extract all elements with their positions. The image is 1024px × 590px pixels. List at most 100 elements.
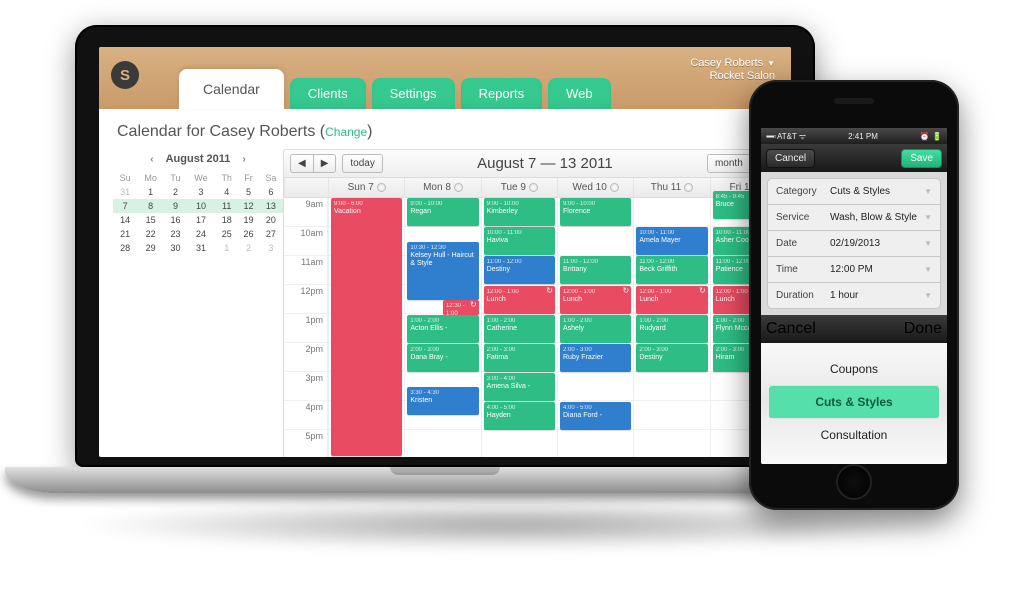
logo-icon[interactable]: S [111, 61, 139, 89]
picker-option[interactable]: Cuts & Styles [769, 386, 939, 419]
user-menu[interactable]: Casey Roberts▼ Rocket Salon [690, 57, 775, 83]
calendar-event[interactable]: 10:00 - 11:00Amela Mayer [636, 227, 707, 255]
day-column[interactable]: 9:00 - 10:00Kimberley10:00 - 11:00Haviva… [481, 198, 557, 457]
calendar-event[interactable]: 1:00 - 2:00Acton Ellis - [407, 315, 478, 343]
today-button[interactable]: today [342, 154, 382, 173]
event-time: 4:00 - 5:00 [563, 404, 628, 412]
event-title: Patience [716, 266, 743, 273]
mini-day[interactable]: 9 [164, 199, 187, 213]
mini-day[interactable]: 2 [164, 185, 187, 199]
calendar-event[interactable]: 11:00 - 12:00Beck Griffith [636, 256, 707, 284]
calendar-event[interactable]: 11:00 - 12:00Brittany [560, 256, 631, 284]
form-row[interactable]: Date02/19/2013▼ [767, 231, 941, 257]
calendar-event[interactable]: 4:00 - 5:00Diana Ford - [560, 402, 631, 430]
month-view-button[interactable]: month [707, 154, 751, 173]
phone-save-button[interactable]: Save [901, 149, 942, 168]
mini-day[interactable]: 7 [113, 199, 137, 213]
mini-day[interactable]: 16 [164, 213, 187, 227]
mini-day[interactable]: 15 [137, 213, 164, 227]
category-picker[interactable]: CouponsCuts & StylesConsultation [761, 343, 947, 464]
mini-day[interactable]: 8 [137, 199, 164, 213]
mini-day[interactable]: 3 [259, 241, 283, 255]
mini-day[interactable]: 17 [187, 213, 215, 227]
tab-web[interactable]: Web [548, 78, 611, 109]
mini-day[interactable]: 24 [187, 227, 215, 241]
event-time: 9:00 - 10:00 [487, 200, 552, 208]
calendar-event[interactable]: 11:00 - 12:00Destiny [484, 256, 555, 284]
mini-day[interactable]: 13 [259, 199, 283, 213]
mini-day[interactable]: 1 [215, 241, 238, 255]
calendar-event[interactable]: 2:00 - 3:00Destiny [636, 344, 707, 372]
day-column[interactable]: 9:00 - 6:00Vacation [328, 198, 404, 457]
mini-day[interactable]: 2 [238, 241, 258, 255]
event-title: Kelsey Hull - Haircut & Style [410, 252, 473, 267]
next-week-button[interactable]: ▶ [313, 154, 337, 173]
day-column[interactable]: 9:00 - 10:00Florence 11:00 - 12:00Brittan… [557, 198, 633, 457]
change-link[interactable]: Change [325, 125, 367, 139]
calendar-event[interactable]: 9:00 - 6:00Vacation [331, 198, 402, 456]
calendar-event[interactable]: 3:00 - 4:00Amena Silva - [484, 373, 555, 401]
calendar-event[interactable]: 1:00 - 2:00Ashely [560, 315, 631, 343]
tab-settings[interactable]: Settings [372, 78, 455, 109]
mini-next-button[interactable]: › [242, 154, 245, 165]
picker-done-button[interactable]: Done [904, 320, 942, 338]
mini-day[interactable]: 18 [215, 213, 238, 227]
mini-day[interactable]: 31 [113, 185, 137, 199]
form-row[interactable]: CategoryCuts & Styles▼ [767, 178, 941, 205]
tab-clients[interactable]: Clients [290, 78, 366, 109]
calendar-event[interactable]: 10:30 - 12:30Kelsey Hull - Haircut & Sty… [407, 242, 478, 300]
calendar-event[interactable]: 12:00 - 1:00Lunch↻ [636, 286, 707, 314]
recurring-icon: ↻ [699, 287, 706, 295]
calendar-event[interactable]: 9:00 - 10:00Florence [560, 198, 631, 226]
mini-day[interactable]: 27 [259, 227, 283, 241]
mini-day[interactable]: 11 [215, 199, 238, 213]
mini-day[interactable]: 28 [113, 241, 137, 255]
mini-day[interactable]: 12 [238, 199, 258, 213]
mini-day[interactable]: 21 [113, 227, 137, 241]
calendar-event[interactable]: 1:00 - 2:00Catherine [484, 315, 555, 343]
picker-option[interactable]: Coupons [769, 353, 939, 386]
calendar-event[interactable]: 2:00 - 3:00Dana Bray - [407, 344, 478, 372]
mini-day[interactable]: 20 [259, 213, 283, 227]
mini-day[interactable]: 25 [215, 227, 238, 241]
calendar-event[interactable]: 2:00 - 3:00Ruby Frazier [560, 344, 631, 372]
mini-day[interactable]: 22 [137, 227, 164, 241]
mini-day[interactable]: 31 [187, 241, 215, 255]
mini-day[interactable]: 14 [113, 213, 137, 227]
calendar-event[interactable]: 10:00 - 11:00Haviva [484, 227, 555, 255]
day-column[interactable]: 10:00 - 11:00Amela Mayer11:00 - 12:00Bec… [633, 198, 709, 457]
user-salon: Rocket Salon [690, 70, 775, 83]
calendar-event[interactable]: 1:00 - 2:00Rudyard [636, 315, 707, 343]
form-row[interactable]: ServiceWash, Blow & Style▼ [767, 205, 941, 231]
calendar-event[interactable]: 9:00 - 10:00Regan [407, 198, 478, 226]
calendar-event[interactable]: 12:00 - 1:00Lunch↻ [560, 286, 631, 314]
day-column[interactable]: 9:00 - 10:00Regan 10:30 - 12:30Kelsey Hul… [404, 198, 480, 457]
mini-day[interactable]: 1 [137, 185, 164, 199]
mini-day[interactable]: 23 [164, 227, 187, 241]
mini-prev-button[interactable]: ‹ [150, 154, 153, 165]
mini-day[interactable]: 6 [259, 185, 283, 199]
mini-day[interactable]: 4 [215, 185, 238, 199]
form-row[interactable]: Duration1 hour▼ [767, 283, 941, 309]
calendar-event[interactable]: 12:30 - 1:00Lunch↻ [443, 300, 479, 315]
event-time: 2:00 - 3:00 [487, 346, 552, 354]
tab-calendar[interactable]: Calendar [179, 69, 284, 109]
prev-week-button[interactable]: ◀ [290, 154, 313, 173]
mini-day[interactable]: 3 [187, 185, 215, 199]
mini-day[interactable]: 26 [238, 227, 258, 241]
calendar-event[interactable]: 2:00 - 3:00Fatima [484, 344, 555, 372]
mini-day[interactable]: 29 [137, 241, 164, 255]
mini-day[interactable]: 19 [238, 213, 258, 227]
calendar-event[interactable]: 3:30 - 4:30Kristen [407, 387, 478, 415]
picker-option[interactable]: Consultation [769, 419, 939, 451]
calendar-event[interactable]: 12:00 - 1:00Lunch↻ [484, 286, 555, 314]
phone-cancel-button[interactable]: Cancel [766, 149, 815, 168]
calendar-event[interactable]: 4:00 - 5:00Hayden [484, 402, 555, 430]
mini-day[interactable]: 5 [238, 185, 258, 199]
form-row[interactable]: Time12:00 PM▼ [767, 257, 941, 283]
mini-day[interactable]: 30 [164, 241, 187, 255]
mini-day[interactable]: 10 [187, 199, 215, 213]
picker-cancel-button[interactable]: Cancel [766, 320, 816, 338]
tab-reports[interactable]: Reports [461, 78, 543, 109]
calendar-event[interactable]: 9:00 - 10:00Kimberley [484, 198, 555, 226]
